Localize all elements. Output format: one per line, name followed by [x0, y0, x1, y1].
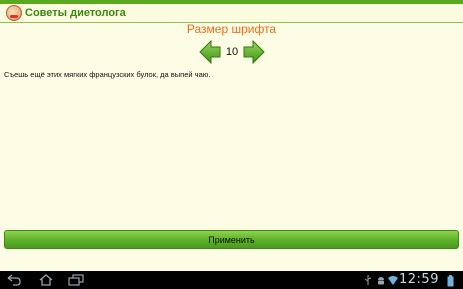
battery-icon: [447, 275, 454, 287]
home-icon[interactable]: [38, 274, 54, 286]
app-title: Советы диетолога: [25, 7, 126, 19]
sample-text: Съешь ещё этих мягких французских булок,…: [4, 70, 211, 79]
dietitian-logo-icon: [6, 5, 22, 21]
action-bar: Советы диетолога: [0, 4, 463, 23]
arrow-left-icon[interactable]: [199, 40, 221, 64]
back-icon[interactable]: [6, 274, 22, 286]
system-navigation-bar: 12:59: [0, 271, 463, 289]
font-size-value: 10: [225, 46, 239, 58]
recent-apps-icon[interactable]: [68, 274, 84, 286]
font-size-heading: Размер шрифта: [186, 22, 277, 36]
android-debug-icon: [378, 277, 384, 285]
wifi-icon: [388, 276, 398, 285]
usb-icon: [364, 275, 372, 285]
apply-button[interactable]: Применить: [4, 230, 459, 249]
font-size-stepper: 10: [199, 40, 265, 64]
clock: 12:59: [399, 272, 439, 287]
arrow-right-icon[interactable]: [243, 40, 265, 64]
